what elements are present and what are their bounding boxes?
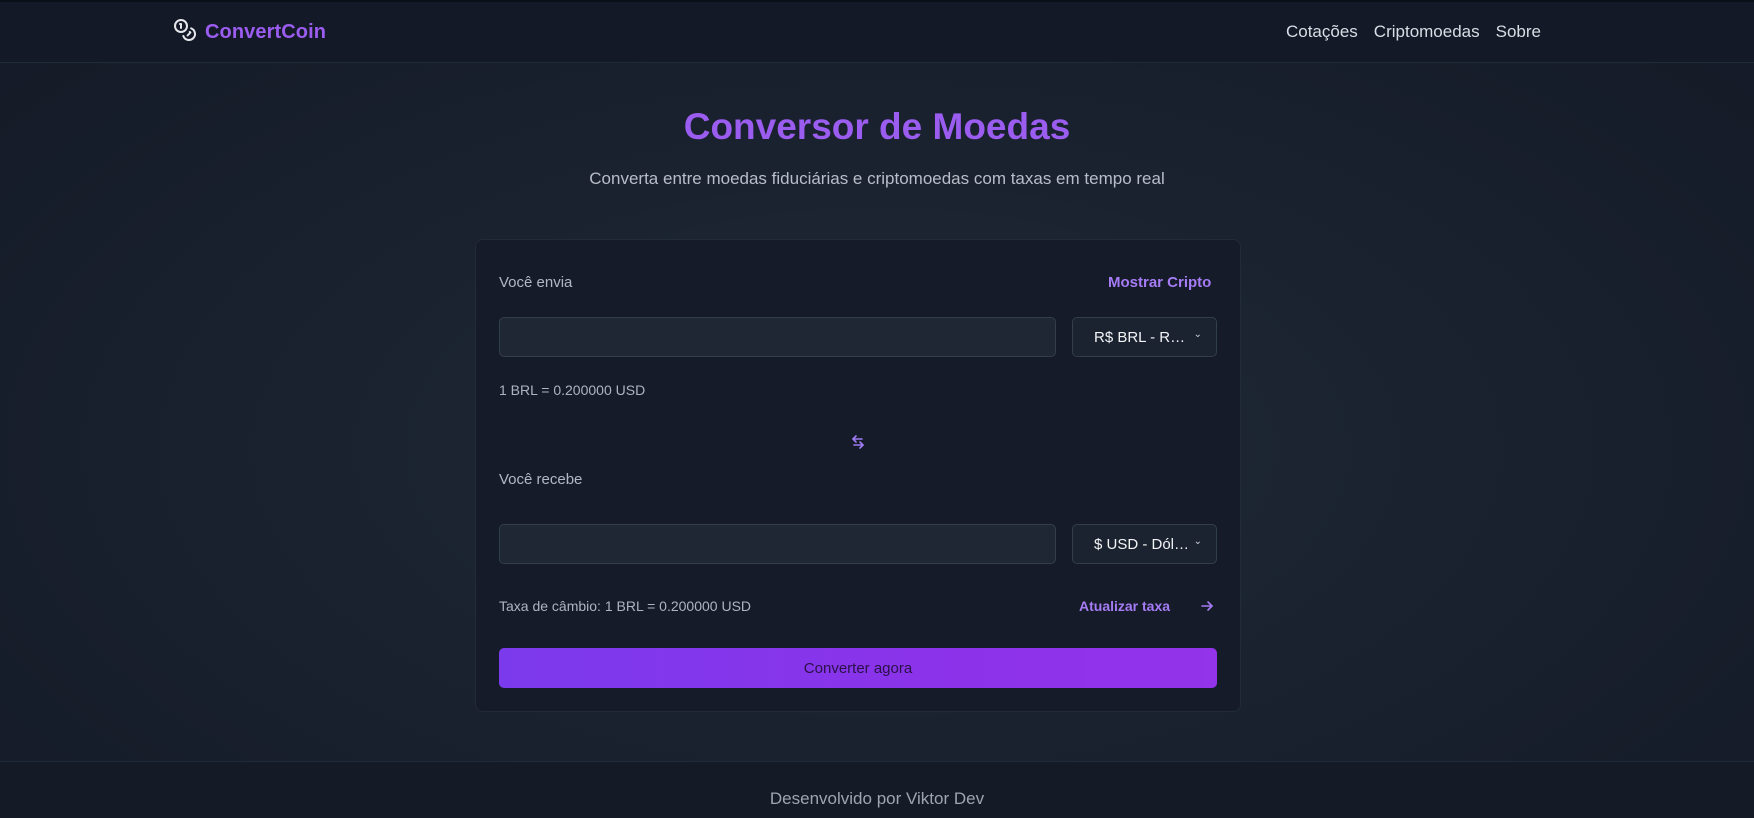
convert-button[interactable]: Converter agora bbox=[499, 648, 1217, 688]
send-amount-input[interactable] bbox=[499, 317, 1056, 357]
receive-currency-value: $ USD - Dólar Americano bbox=[1094, 535, 1192, 553]
chevron-down-icon: ⌄ bbox=[1193, 329, 1202, 340]
footer: Desenvolvido por Viktor Dev bbox=[0, 761, 1754, 818]
receive-amount-input[interactable] bbox=[499, 524, 1056, 564]
send-rate-text: 1 BRL = 0.200000 USD bbox=[499, 382, 646, 398]
receive-currency-select[interactable]: $ USD - Dólar Americano ⌄ bbox=[1072, 524, 1217, 564]
send-label: Você envia bbox=[499, 274, 573, 291]
nav-cotacoes[interactable]: Cotações bbox=[1286, 22, 1358, 42]
converter-card: Você envia Mostrar Cripto R$ BRL - Real … bbox=[475, 239, 1241, 712]
nav-sobre[interactable]: Sobre bbox=[1496, 22, 1541, 42]
swap-icon[interactable] bbox=[848, 432, 868, 452]
exchange-rate-text: Taxa de câmbio: 1 BRL = 0.200000 USD bbox=[499, 598, 752, 614]
brand-name: ConvertCoin bbox=[205, 21, 327, 43]
send-currency-value: R$ BRL - Real Brasileiro bbox=[1094, 328, 1192, 346]
send-currency-select[interactable]: R$ BRL - Real Brasileiro ⌄ bbox=[1072, 317, 1217, 357]
refresh-rate-button[interactable]: Atualizar taxa bbox=[1079, 598, 1170, 614]
chevron-down-icon: ⌄ bbox=[1193, 536, 1202, 547]
nav-criptomoedas[interactable]: Criptomoedas bbox=[1374, 22, 1480, 42]
footer-credit: Desenvolvido por Viktor Dev bbox=[769, 789, 985, 808]
navbar: ConvertCoin Cotações Criptomoedas Sobre bbox=[0, 2, 1754, 63]
page-title: Conversor de Moedas bbox=[683, 106, 1071, 147]
brand[interactable]: ConvertCoin bbox=[173, 18, 326, 47]
main-nav: Cotações Criptomoedas Sobre bbox=[1286, 22, 1541, 42]
arrow-right-icon[interactable] bbox=[1199, 598, 1215, 614]
page-subtitle: Converta entre moedas fiduciárias e crip… bbox=[589, 169, 1165, 188]
receive-label: Você recebe bbox=[499, 471, 583, 488]
show-crypto-button[interactable]: Mostrar Cripto bbox=[1108, 274, 1211, 291]
coins-icon bbox=[173, 18, 197, 47]
